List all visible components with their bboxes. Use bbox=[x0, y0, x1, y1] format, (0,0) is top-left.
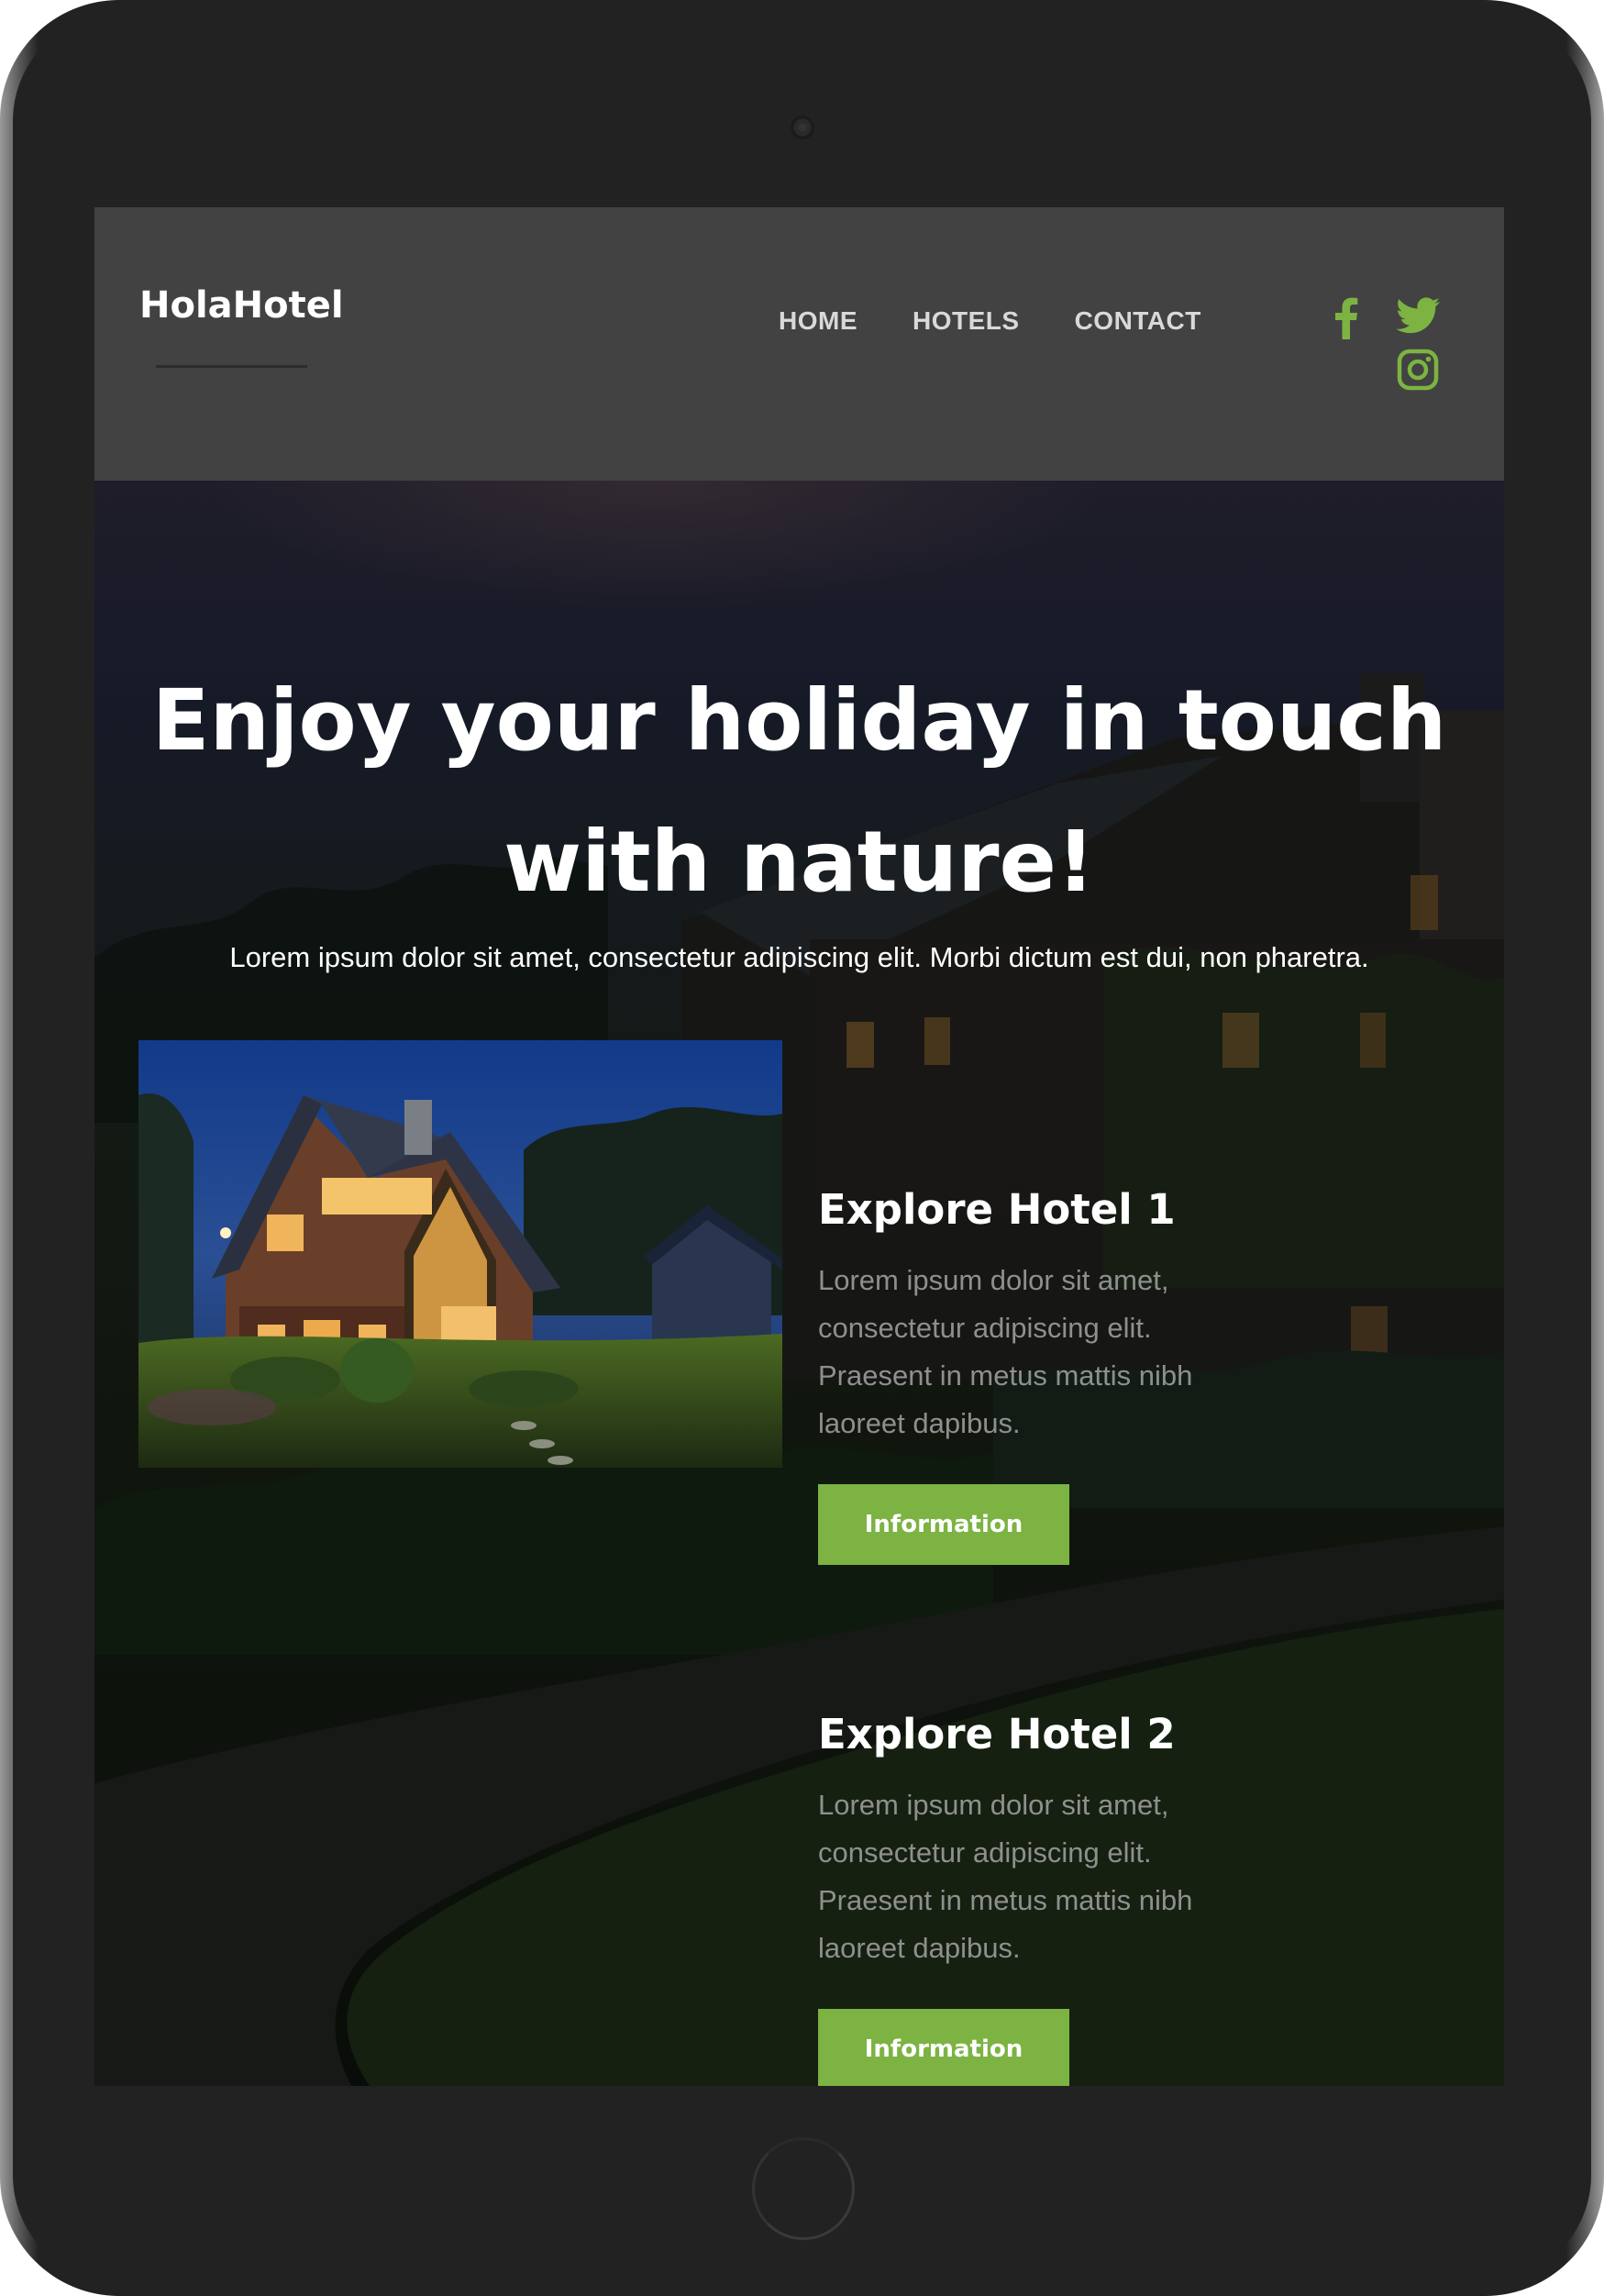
hero-section: Enjoy your holiday in touch with nature!… bbox=[94, 481, 1504, 2086]
hotel-house-illustration bbox=[138, 1040, 782, 1468]
hero-title: Enjoy your holiday in touch with nature! bbox=[151, 671, 1447, 911]
hotel-1-information-button[interactable]: Information bbox=[818, 1484, 1069, 1565]
nav-hotels-link[interactable]: HOTELS bbox=[913, 306, 1020, 336]
hotel-2-information-button[interactable]: Information bbox=[818, 2009, 1069, 2086]
site-logo[interactable]: HolaHotel bbox=[139, 284, 344, 327]
home-button[interactable] bbox=[752, 2137, 855, 2240]
main-nav: HOME HOTELS CONTACT bbox=[779, 306, 1256, 336]
hotel-1-text: Lorem ipsum dolor sit amet, consectetur … bbox=[818, 1264, 1193, 1439]
hotel-1-title: Explore Hotel 1 bbox=[818, 1185, 1176, 1234]
hero-subtitle: Lorem ipsum dolor sit amet, consectetur … bbox=[229, 941, 1369, 973]
screen: HolaHotel HOME HOTELS CONTACT Enjoy your… bbox=[94, 207, 1504, 2086]
twitter-icon[interactable] bbox=[1395, 297, 1441, 336]
social-links bbox=[1333, 295, 1461, 405]
site-header: HolaHotel HOME HOTELS CONTACT bbox=[94, 207, 1504, 481]
camera-icon bbox=[791, 116, 814, 139]
facebook-icon[interactable] bbox=[1333, 295, 1360, 339]
hotel-1-image bbox=[138, 1040, 782, 1468]
hotel-2-title: Explore Hotel 2 bbox=[818, 1710, 1176, 1758]
nav-contact-link[interactable]: CONTACT bbox=[1075, 306, 1201, 336]
tablet-frame: HolaHotel HOME HOTELS CONTACT Enjoy your… bbox=[0, 0, 1604, 2296]
nav-home-link[interactable]: HOME bbox=[779, 306, 857, 336]
logo-underline bbox=[156, 365, 307, 368]
instagram-icon[interactable] bbox=[1397, 349, 1439, 391]
hotel-2-text: Lorem ipsum dolor sit amet, consectetur … bbox=[818, 1789, 1193, 1964]
